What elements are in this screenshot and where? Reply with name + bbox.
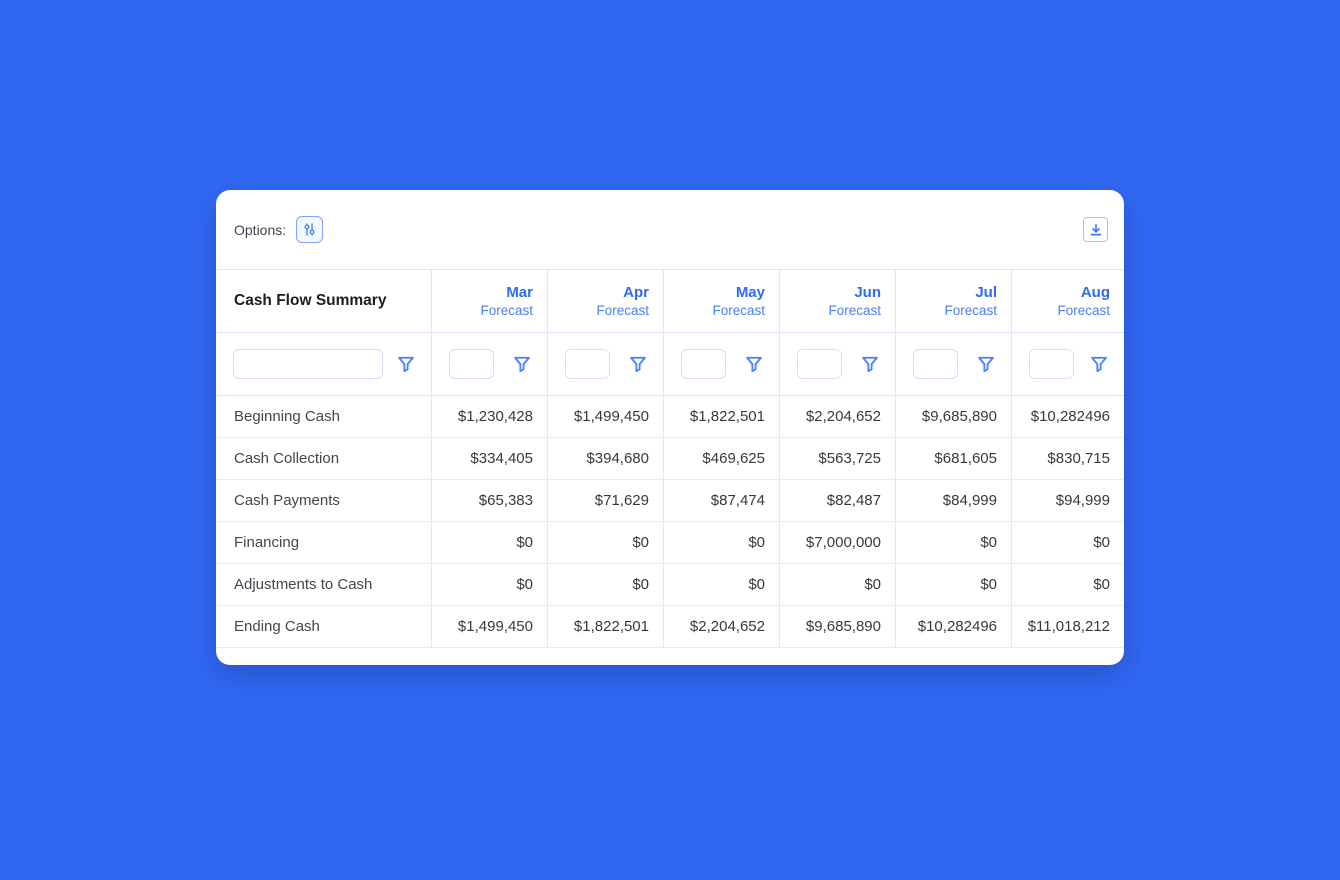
cell-value: $11,018,212 <box>1011 606 1124 647</box>
toolbar: Options: <box>216 190 1124 270</box>
cell-value: $1,499,450 <box>547 396 663 437</box>
cell-value: $9,685,890 <box>895 396 1011 437</box>
filter-input[interactable] <box>565 349 610 379</box>
cell-value: $0 <box>431 564 547 605</box>
cell-value: $0 <box>431 522 547 563</box>
cell-value: $94,999 <box>1011 480 1124 521</box>
cell-value: $0 <box>547 564 663 605</box>
filter-cell-mar <box>431 333 547 395</box>
filter-funnel-icon[interactable] <box>744 354 764 374</box>
filter-funnel-icon[interactable] <box>1089 354 1109 374</box>
filter-cell-jul <box>895 333 1011 395</box>
cell-value: $0 <box>663 522 779 563</box>
cell-value: $1,822,501 <box>547 606 663 647</box>
filter-input[interactable] <box>449 349 494 379</box>
filter-row <box>216 333 1124 396</box>
filter-funnel-icon[interactable] <box>512 354 532 374</box>
column-header-apr[interactable]: Apr Forecast <box>547 270 663 332</box>
row-label: Cash Collection <box>216 438 431 479</box>
column-header-may[interactable]: May Forecast <box>663 270 779 332</box>
table-row-beginning-cash: Beginning Cash $1,230,428 $1,499,450 $1,… <box>216 396 1124 438</box>
filter-cell-aug <box>1011 333 1124 395</box>
cell-value: $0 <box>1011 522 1124 563</box>
cell-value: $2,204,652 <box>779 396 895 437</box>
sliders-icon <box>301 221 318 238</box>
filter-funnel-icon[interactable] <box>396 354 416 374</box>
filter-input[interactable] <box>1029 349 1074 379</box>
cell-value: $334,405 <box>431 438 547 479</box>
filter-input[interactable] <box>797 349 842 379</box>
cell-value: $563,725 <box>779 438 895 479</box>
cell-value: $2,204,652 <box>663 606 779 647</box>
table-row-adjustments-to-cash: Adjustments to Cash $0 $0 $0 $0 $0 $0 <box>216 564 1124 606</box>
filter-funnel-icon[interactable] <box>976 354 996 374</box>
filter-cell-jun <box>779 333 895 395</box>
cell-value: $0 <box>895 522 1011 563</box>
cell-value: $0 <box>547 522 663 563</box>
cell-value: $87,474 <box>663 480 779 521</box>
filter-input[interactable] <box>913 349 958 379</box>
table-row-cash-collection: Cash Collection $334,405 $394,680 $469,6… <box>216 438 1124 480</box>
cell-value: $0 <box>779 564 895 605</box>
filter-cell-label <box>216 333 431 395</box>
table-body: Beginning Cash $1,230,428 $1,499,450 $1,… <box>216 396 1124 648</box>
cell-value: $1,499,450 <box>431 606 547 647</box>
cell-value: $830,715 <box>1011 438 1124 479</box>
options-label: Options: <box>234 222 286 238</box>
row-label: Cash Payments <box>216 480 431 521</box>
table-row-financing: Financing $0 $0 $0 $7,000,000 $0 $0 <box>216 522 1124 564</box>
filter-cell-may <box>663 333 779 395</box>
row-label: Adjustments to Cash <box>216 564 431 605</box>
cell-value: $394,680 <box>547 438 663 479</box>
column-header-aug[interactable]: Aug Forecast <box>1011 270 1124 332</box>
row-label: Financing <box>216 522 431 563</box>
cell-value: $10,282496 <box>895 606 1011 647</box>
filter-input[interactable] <box>233 349 383 379</box>
table-row-ending-cash: Ending Cash $1,499,450 $1,822,501 $2,204… <box>216 606 1124 648</box>
download-icon <box>1088 222 1104 238</box>
cell-value: $84,999 <box>895 480 1011 521</box>
cell-value: $1,230,428 <box>431 396 547 437</box>
column-header-mar[interactable]: Mar Forecast <box>431 270 547 332</box>
cash-flow-card: Options: Cash Flow Summar <box>216 190 1124 665</box>
column-header-jul[interactable]: Jul Forecast <box>895 270 1011 332</box>
cell-value: $469,625 <box>663 438 779 479</box>
page-title: Cash Flow Summary <box>216 270 431 332</box>
cell-value: $82,487 <box>779 480 895 521</box>
filter-cell-apr <box>547 333 663 395</box>
cell-value: $681,605 <box>895 438 1011 479</box>
cell-value: $71,629 <box>547 480 663 521</box>
cell-value: $10,282496 <box>1011 396 1124 437</box>
cell-value: $1,822,501 <box>663 396 779 437</box>
filter-funnel-icon[interactable] <box>628 354 648 374</box>
download-button[interactable] <box>1083 217 1108 242</box>
row-label: Beginning Cash <box>216 396 431 437</box>
cell-value: $65,383 <box>431 480 547 521</box>
filter-funnel-icon[interactable] <box>860 354 880 374</box>
table-header-row: Cash Flow Summary Mar Forecast Apr Forec… <box>216 270 1124 333</box>
cell-value: $0 <box>1011 564 1124 605</box>
column-header-jun[interactable]: Jun Forecast <box>779 270 895 332</box>
cell-value: $9,685,890 <box>779 606 895 647</box>
cell-value: $0 <box>895 564 1011 605</box>
row-label: Ending Cash <box>216 606 431 647</box>
options-sliders-button[interactable] <box>296 216 323 243</box>
filter-input[interactable] <box>681 349 726 379</box>
cell-value: $7,000,000 <box>779 522 895 563</box>
table-row-cash-payments: Cash Payments $65,383 $71,629 $87,474 $8… <box>216 480 1124 522</box>
cell-value: $0 <box>663 564 779 605</box>
